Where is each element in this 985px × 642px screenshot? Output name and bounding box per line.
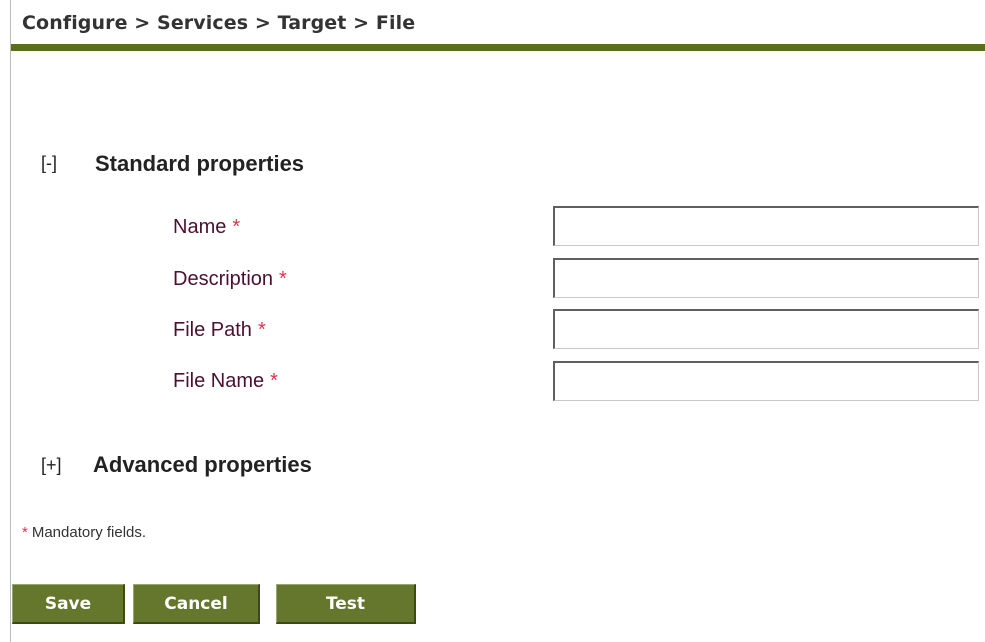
name-label-text: Name [173,216,227,238]
name-required-marker: * [232,216,241,238]
mandatory-note-marker: * [22,524,28,541]
file-name-input[interactable] [553,361,979,401]
file-path-label-text: File Path [173,319,252,341]
file-path-label: File Path * [173,319,266,342]
test-button[interactable]: Test [276,584,416,624]
advanced-properties-expand-toggle[interactable]: [+] [41,455,62,476]
standard-properties-heading: Standard properties [95,151,305,176]
file-name-label-text: File Name [173,370,265,392]
file-name-required-marker: * [270,370,278,392]
name-input[interactable] [553,206,979,246]
cancel-button[interactable]: Cancel [133,584,260,624]
mandatory-fields-note: * Mandatory fields. [22,524,146,541]
name-label: Name * [173,216,240,239]
file-name-label: File Name * [173,370,278,393]
advanced-properties-heading: Advanced properties [93,452,312,477]
header-divider [11,44,985,51]
file-path-required-marker: * [257,319,266,341]
save-button[interactable]: Save [12,584,125,624]
mandatory-note-text: Mandatory fields. [31,524,147,541]
description-label: Description * [173,268,287,291]
description-required-marker: * [279,268,287,290]
file-path-input[interactable] [553,309,979,349]
description-input[interactable] [553,258,979,298]
breadcrumb: Configure > Services > Target > File [22,12,416,34]
standard-properties-collapse-toggle[interactable]: [-] [41,153,57,174]
description-label-text: Description [173,268,274,290]
